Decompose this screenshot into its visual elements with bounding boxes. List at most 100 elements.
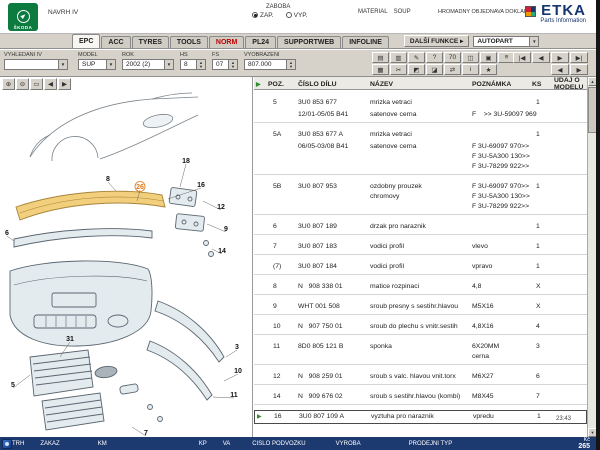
hs-stepper[interactable]: 8▲▼ <box>180 59 206 70</box>
table-row[interactable]: 9WHT 001 508sroub presny s sestihr.hlavo… <box>254 301 587 315</box>
callout-5[interactable]: 5 <box>11 382 15 389</box>
next-page-button[interactable]: ▶ <box>551 52 569 63</box>
radio-zap[interactable]: ZAP. <box>252 12 274 19</box>
swap-button[interactable]: ⇄ <box>444 64 461 75</box>
rok-label: ROK <box>122 52 174 58</box>
zoom-window-button[interactable]: ▭ <box>30 78 43 90</box>
tab-pl24[interactable]: PL24 <box>245 36 276 48</box>
part-grilles[interactable] <box>30 350 139 430</box>
tab-tools[interactable]: TOOLS <box>170 36 208 48</box>
tab-acc[interactable]: ACC <box>101 36 130 48</box>
callout-14[interactable]: 14 <box>218 248 226 255</box>
chevron-down-icon[interactable]: ▼ <box>529 37 538 46</box>
chevron-down-icon[interactable]: ▼ <box>164 60 173 69</box>
column-header-0: POZ. <box>268 81 296 88</box>
dalsi-funkce-button[interactable]: DALŠÍ FUNKCE ▸ <box>404 35 469 47</box>
spinner-arrows-icon[interactable]: ▲▼ <box>286 60 295 69</box>
print-button[interactable]: ▤ <box>372 52 389 63</box>
table-row[interactable]: 5A3U0 853 677 Amrizka vetraci1 <box>254 129 587 141</box>
radio-off-icon[interactable] <box>286 12 292 18</box>
hs-label: HS <box>180 52 206 58</box>
info-button[interactable]: i <box>462 64 479 75</box>
part-strips-7[interactable] <box>147 301 224 400</box>
table-row[interactable]: ▶163U0 807 109 Avyztuha pro naraznikvpre… <box>254 410 587 424</box>
part-bumper-cover[interactable] <box>10 261 152 346</box>
statusbar-item: ZAKAZ <box>40 441 59 447</box>
prev-page-button[interactable]: ◀ <box>532 52 550 63</box>
callout-18[interactable]: 18 <box>182 158 190 165</box>
table-row[interactable]: 12/01-05/05 B41satenove cernaF >> 3U-590… <box>254 109 587 123</box>
cut-button[interactable]: ✂ <box>390 64 407 75</box>
vyhledani-select[interactable]: ▼ <box>4 59 68 70</box>
table-scrollbar[interactable]: ▲ ▼ <box>587 77 596 437</box>
first-page-button[interactable]: |◀ <box>513 52 531 63</box>
callout-11[interactable]: 11 <box>230 392 238 399</box>
table-row[interactable]: (7)3U0 807 184vodici profilvpravo1 <box>254 261 587 275</box>
spinner-arrows-icon[interactable]: ▲▼ <box>196 60 205 69</box>
callout-26[interactable]: 26 <box>136 184 144 191</box>
table-row[interactable]: 06/05-03/08 B41satenove cernaF 3U-69097 … <box>254 141 587 175</box>
part-brackets[interactable] <box>169 187 213 256</box>
app-taskbar-icon[interactable] <box>2 439 12 449</box>
model-select[interactable]: SUP▼ <box>78 59 116 70</box>
zoom-in-button[interactable]: ⊕ <box>2 78 15 90</box>
help-button[interactable]: ? <box>426 52 443 63</box>
last-page-button[interactable]: ▶| <box>570 52 588 63</box>
nav-menu-item[interactable]: NAVRH IV <box>48 9 78 16</box>
table-row[interactable]: 10N 907 750 01sroub do plechu s vnitr.se… <box>254 321 587 335</box>
table-row[interactable]: 8N 908 338 01matice rozpinaci4,8X <box>254 281 587 295</box>
window-button[interactable]: ◫ <box>462 52 479 63</box>
table-row[interactable]: 53U0 853 677mrizka vetraci1 <box>254 97 587 109</box>
radio-vyp[interactable]: VYP. <box>286 12 308 19</box>
part-screws[interactable] <box>148 405 163 422</box>
callout-10[interactable]: 10 <box>234 368 242 375</box>
zoom-out-button[interactable]: ⊖ <box>16 78 29 90</box>
part-strip-6[interactable] <box>14 229 152 247</box>
table-row[interactable]: 5B3U0 807 953ozdobny prouzekchromovyF 3U… <box>254 181 587 215</box>
tab-norm[interactable]: NORM <box>209 36 244 48</box>
table-row[interactable]: 73U0 807 183vodici profilvlevo1 <box>254 241 587 255</box>
next-image-button[interactable]: ▶ <box>570 64 588 75</box>
print-list-button[interactable]: ▥ <box>390 52 407 63</box>
part-beam-16[interactable] <box>16 191 165 220</box>
callout-7[interactable]: 7 <box>144 430 148 437</box>
spinner-arrows-icon[interactable]: ▲▼ <box>228 60 237 69</box>
table-row[interactable]: 118D0 805 121 Bsponka6X20MMcerna3 <box>254 341 587 365</box>
tab-supportweb[interactable]: SUPPORTWEB <box>277 36 341 48</box>
tab-infoline[interactable]: INFOLINE <box>342 36 389 48</box>
image-next-button[interactable]: ▶ <box>58 78 71 90</box>
callout-12[interactable]: 12 <box>217 204 225 211</box>
tab-epc[interactable]: EPC <box>72 34 100 48</box>
callout-6[interactable]: 6 <box>5 230 9 237</box>
table-row[interactable]: 14N 909 676 02sroub s sestihr.hlavou (ko… <box>254 391 587 405</box>
autopart-select[interactable]: AUTOPART▼ <box>473 36 539 47</box>
prev-image-button[interactable]: ◀ <box>551 64 569 75</box>
callout-3[interactable]: 3 <box>235 344 239 351</box>
callout-16[interactable]: 16 <box>197 182 205 189</box>
callout-9[interactable]: 9 <box>224 226 228 233</box>
rok-select[interactable]: 2002 (2)▼ <box>122 59 174 70</box>
callout-31[interactable]: 31 <box>66 336 74 343</box>
table-row[interactable]: 12N 908 259 01sroub s valc. hlavou vnit.… <box>254 371 587 385</box>
shade-button[interactable]: ◩ <box>408 64 425 75</box>
vyobrazeni-stepper[interactable]: 807.000▲▼ <box>244 59 296 70</box>
edit-button[interactable]: ✎ <box>408 52 425 63</box>
fs-stepper[interactable]: 07▲▼ <box>212 59 238 70</box>
chevron-down-icon[interactable]: ▼ <box>58 60 67 69</box>
fs-label: FS <box>212 52 238 58</box>
shade-alt-button[interactable]: ◪ <box>426 64 443 75</box>
selection-button[interactable]: ▣ <box>480 52 497 63</box>
scale-70-button[interactable]: 70 <box>444 52 461 63</box>
callout-8[interactable]: 8 <box>106 176 110 183</box>
grid-button[interactable]: ▦ <box>372 64 389 75</box>
image-prev-button[interactable]: ◀ <box>44 78 57 90</box>
app-title: ETKA <box>540 4 586 18</box>
etka-cube-icon <box>525 6 536 17</box>
tab-tyres[interactable]: TYRES <box>132 36 169 48</box>
chevron-down-icon[interactable]: ▼ <box>106 60 115 69</box>
radio-on-icon[interactable] <box>252 12 258 18</box>
bulk-order-doc-label[interactable]: HROMADNY OBJEDNAVA DOKLAD <box>438 9 528 15</box>
favorites-button[interactable]: ★ <box>480 64 497 75</box>
table-row[interactable]: 63U0 807 189drzak pro naraznik1 <box>254 221 587 235</box>
tab-row: EPCACCTYRESTOOLSNORMPL24SUPPORTWEBINFOLI… <box>0 34 596 49</box>
